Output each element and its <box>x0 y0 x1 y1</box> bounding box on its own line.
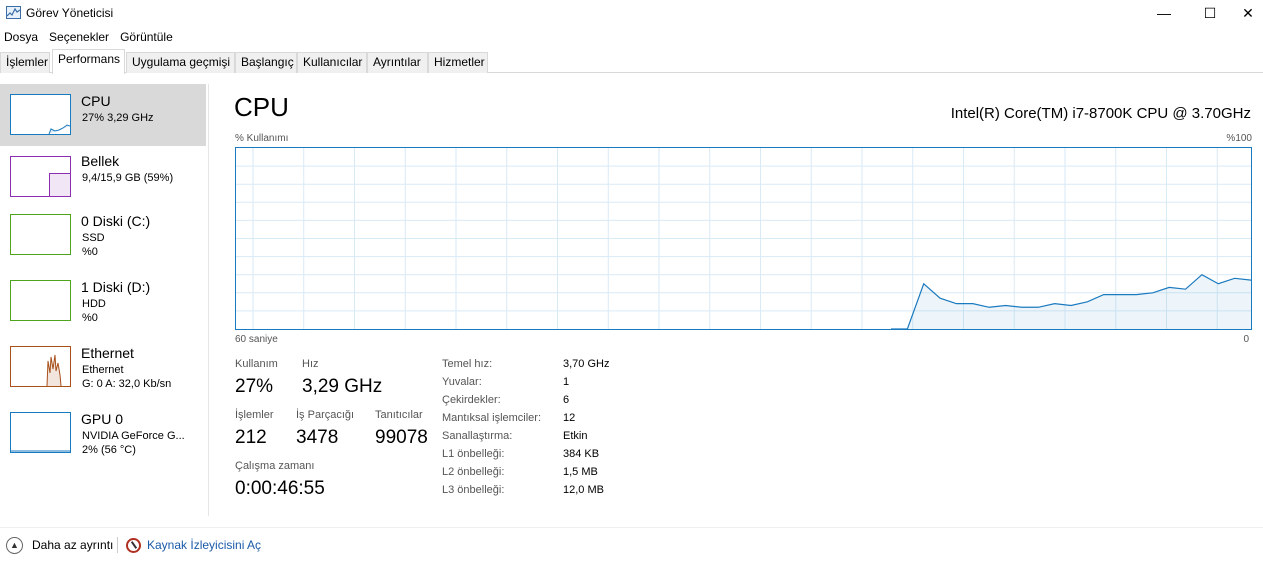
resource-sidebar: CPU 27% 3,29 GHz Bellek 9,4/15,9 GB (59%… <box>0 84 206 484</box>
cpu-usage-svg <box>236 148 1251 329</box>
sidebar-item-disk-d[interactable]: 1 Diski (D:) HDD %0 <box>0 276 206 338</box>
cpu-usage-area <box>891 274 1251 329</box>
sidebar-divider <box>208 84 209 516</box>
graph-x-end-label: 0 <box>1243 334 1249 345</box>
detail-label: Mantıksal işlemciler: <box>442 412 542 424</box>
menu-view[interactable]: Görüntüle <box>116 28 180 46</box>
sidebar-item-title: Bellek <box>81 153 120 169</box>
tab-processes[interactable]: İşlemler <box>0 52 50 73</box>
open-resource-monitor-link[interactable]: Kaynak İzleyicisini Aç <box>126 536 261 554</box>
sidebar-item-ethernet[interactable]: Ethernet Ethernet G: 0 A: 32,0 Kb/sn <box>0 342 206 404</box>
processes-value: 212 <box>235 427 267 448</box>
tab-performance[interactable]: Performans <box>52 49 125 74</box>
memory-fill <box>49 173 70 196</box>
sidebar-item-gpu[interactable]: GPU 0 NVIDIA GeForce G... 2% (56 °C) <box>0 408 206 470</box>
detail-label: Sanallaştırma: <box>442 430 513 442</box>
threads-value: 3478 <box>296 427 339 448</box>
maximize-button[interactable]: ☐ <box>1187 0 1233 26</box>
sidebar-item-detail: G: 0 A: 32,0 Kb/sn <box>82 378 172 390</box>
graph-y-max-label: %100 <box>1226 133 1252 144</box>
detail-value: 6 <box>563 394 570 406</box>
tab-users[interactable]: Kullanıcılar <box>297 52 367 73</box>
title-bar: Görev Yöneticisi — ☐ ✕ <box>0 0 1263 26</box>
detail-value: 3,70 GHz <box>563 358 610 370</box>
close-icon: ✕ <box>1242 4 1254 21</box>
sidebar-item-detail: HDD <box>82 298 106 310</box>
detail-label: L1 önbelleği: <box>442 448 505 460</box>
sidebar-item-detail: NVIDIA GeForce G... <box>82 430 185 442</box>
sidebar-item-memory[interactable]: Bellek 9,4/15,9 GB (59%) <box>0 150 206 212</box>
footer-separator-wrap <box>117 536 126 554</box>
processes-label: İşlemler <box>235 409 274 421</box>
detail-value: Etkin <box>563 430 588 442</box>
sidebar-item-cpu[interactable]: CPU 27% 3,29 GHz <box>0 84 206 146</box>
sidebar-item-detail: SSD <box>82 232 105 244</box>
fewer-details-label: Daha az ayrıntı <box>32 538 114 552</box>
detail-value: 1 <box>563 376 570 388</box>
sidebar-item-title: Ethernet <box>81 345 134 361</box>
speed-value: 3,29 GHz <box>302 376 383 397</box>
detail-label: Yuvalar: <box>442 376 482 388</box>
sidebar-item-detail: 2% (56 °C) <box>82 444 136 456</box>
detail-value: 1,5 MB <box>563 466 598 478</box>
handles-value: 99078 <box>375 427 428 448</box>
ethernet-thumbnail-graph <box>10 346 71 387</box>
tab-strip: İşlemler Performans Uygulama geçmişi Baş… <box>0 48 1263 74</box>
minimize-icon: — <box>1157 5 1171 21</box>
page-title: CPU <box>234 92 289 122</box>
graph-y-label: % Kullanımı <box>235 133 289 144</box>
tab-details[interactable]: Ayrıntılar <box>367 52 428 73</box>
sidebar-item-title: 0 Diski (C:) <box>81 213 151 229</box>
maximize-icon: ☐ <box>1203 4 1217 21</box>
sidebar-item-detail: Ethernet <box>82 364 124 376</box>
detail-value: 384 KB <box>563 448 600 460</box>
tab-app-history[interactable]: Uygulama geçmişi <box>126 52 235 73</box>
minimize-button[interactable]: — <box>1141 0 1187 26</box>
detail-label: Çekirdekler: <box>442 394 501 406</box>
window-title: Görev Yöneticisi <box>26 6 114 20</box>
sidebar-item-title: CPU <box>81 93 111 109</box>
detail-label: L3 önbelleği: <box>442 484 505 496</box>
threads-label: İş Parçacığı <box>296 409 355 421</box>
detail-label: L2 önbelleği: <box>442 466 505 478</box>
detail-value: 12 <box>563 412 576 424</box>
close-button[interactable]: ✕ <box>1233 0 1263 26</box>
menu-options[interactable]: Seçenekler <box>45 28 116 46</box>
sidebar-item-detail: %0 <box>82 312 98 324</box>
gpu-thumbnail-graph <box>10 412 71 453</box>
graph-x-label: 60 saniye <box>235 334 278 345</box>
uptime-value: 0:00:46:55 <box>235 478 325 499</box>
sidebar-item-detail: 27% 3,29 GHz <box>82 112 154 124</box>
sidebar-item-detail: 9,4/15,9 GB (59%) <box>82 172 174 184</box>
cpu-thumbnail-graph <box>10 94 71 135</box>
tab-startup[interactable]: Başlangıç <box>235 52 297 73</box>
chevron-up-icon: ▲ <box>6 536 23 554</box>
resource-monitor-icon <box>126 537 141 553</box>
uptime-label: Çalışma zamanı <box>235 460 315 472</box>
sidebar-item-title: 1 Diski (D:) <box>81 279 151 295</box>
menu-file[interactable]: Dosya <box>0 28 45 46</box>
usage-label: Kullanım <box>235 358 278 370</box>
detail-value: 12,0 MB <box>563 484 604 496</box>
sidebar-item-disk-c[interactable]: 0 Diski (C:) SSD %0 <box>0 210 206 272</box>
disk-d-thumbnail-graph <box>10 280 71 321</box>
footer-separator <box>117 537 118 553</box>
speed-label: Hız <box>302 358 319 370</box>
open-resource-monitor-label: Kaynak İzleyicisini Aç <box>147 538 262 552</box>
footer-divider <box>0 527 1263 528</box>
disk-c-thumbnail-graph <box>10 214 71 255</box>
handles-label: Tanıtıcılar <box>375 409 423 421</box>
fewer-details-button[interactable]: ▲ Daha az ayrıntı <box>6 536 113 554</box>
cpu-usage-graph <box>235 147 1252 330</box>
memory-thumbnail-graph <box>10 156 71 197</box>
cpu-model-name: Intel(R) Core(TM) i7-8700K CPU @ 3.70GHz <box>950 105 1251 122</box>
detail-label: Temel hız: <box>442 358 493 370</box>
sidebar-item-title: GPU 0 <box>81 411 124 427</box>
task-manager-app-icon <box>6 6 21 19</box>
sidebar-item-detail: %0 <box>82 246 98 258</box>
menu-bar: Dosya Seçenekler Görüntüle <box>0 28 180 46</box>
tab-services[interactable]: Hizmetler <box>428 52 488 73</box>
usage-value: 27% <box>235 376 274 397</box>
